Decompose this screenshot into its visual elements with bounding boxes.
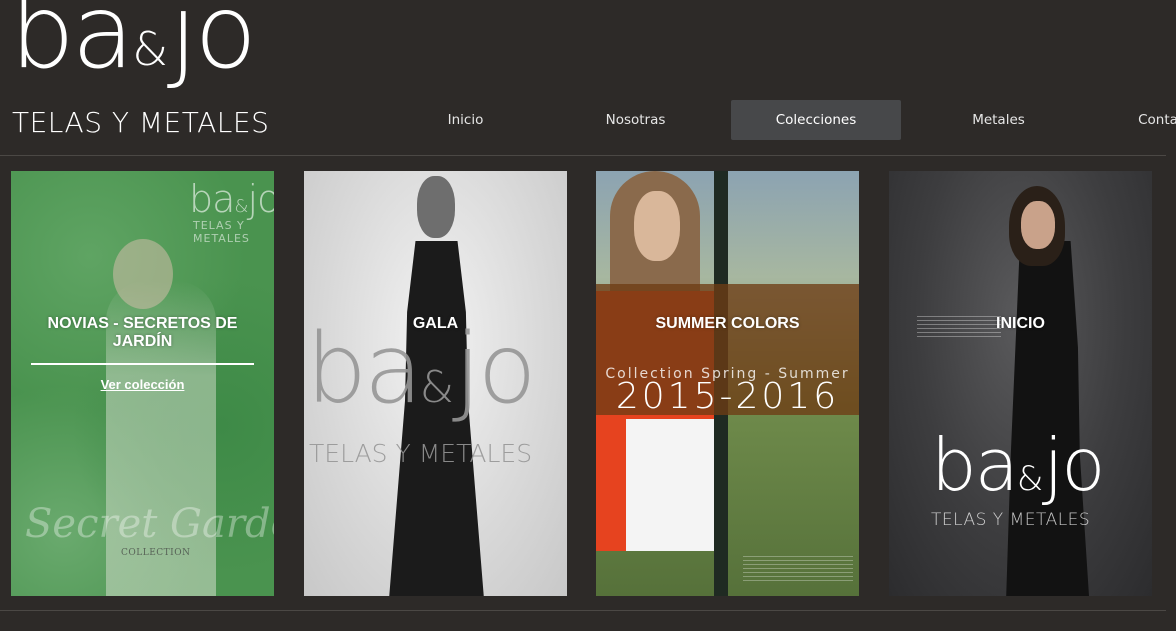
header-divider — [0, 155, 1166, 156]
image-script-subtitle: COLLECTION — [121, 548, 191, 558]
image-logo-tagline: TELAS Y METALES — [931, 510, 1091, 530]
title-divider — [31, 363, 254, 365]
model-face — [634, 191, 680, 261]
logo-wordmark: ba&jo — [10, 0, 257, 92]
collection-card-summer[interactable]: Collection Spring - Summer 2015-2016 SUM… — [596, 171, 859, 596]
image-script-title: Secret Garden — [25, 501, 274, 547]
nav-item-colecciones[interactable]: Colecciones — [731, 100, 901, 140]
collection-title: INICIO — [996, 315, 1045, 332]
collection-card-novias[interactable]: ba&jo TELAS Y METALES Secret Garden COLL… — [11, 171, 274, 596]
model-head — [417, 176, 455, 238]
collection-title: GALA — [412, 315, 459, 332]
footer-divider — [0, 610, 1166, 611]
image-logo: ba&jo — [306, 313, 536, 425]
collection-title: NOVIAS - SECRETOS DE JARDÍN — [47, 315, 238, 350]
model-head — [113, 239, 173, 309]
nav-item-inicio[interactable]: Inicio — [393, 100, 538, 140]
nav-item-contacto[interactable]: Contacto — [1096, 100, 1176, 140]
image-logo-tagline: TELAS Y METALES — [193, 219, 250, 245]
model-dress — [1006, 241, 1089, 596]
main-nav: Inicio Nosotras Colecciones Metales Cont… — [393, 100, 1176, 140]
ver-coleccion-link[interactable]: Ver colección — [11, 377, 274, 392]
nav-item-metales[interactable]: Metales — [926, 100, 1071, 140]
image-logo: ba&jo — [931, 423, 1105, 507]
collection-card-inicio[interactable]: ba&jo TELAS Y METALES INICIO — [889, 171, 1152, 596]
model-dress-white — [626, 419, 714, 551]
image-years: 2015-2016 — [615, 376, 840, 417]
image-logo-tagline: TELAS Y METALES — [309, 439, 533, 468]
nav-item-nosotras[interactable]: Nosotras — [563, 100, 708, 140]
collection-title: SUMMER COLORS — [655, 315, 800, 332]
image-logo: ba&jo — [189, 177, 274, 221]
logo-tagline: TELAS Y METALES — [12, 106, 270, 139]
collection-card-gala[interactable]: ba&jo TELAS Y METALES GALA — [304, 171, 567, 596]
model-face — [1021, 201, 1055, 249]
site-logo[interactable]: ba&jo TELAS Y METALES — [10, 0, 280, 139]
image-credits — [743, 556, 853, 584]
